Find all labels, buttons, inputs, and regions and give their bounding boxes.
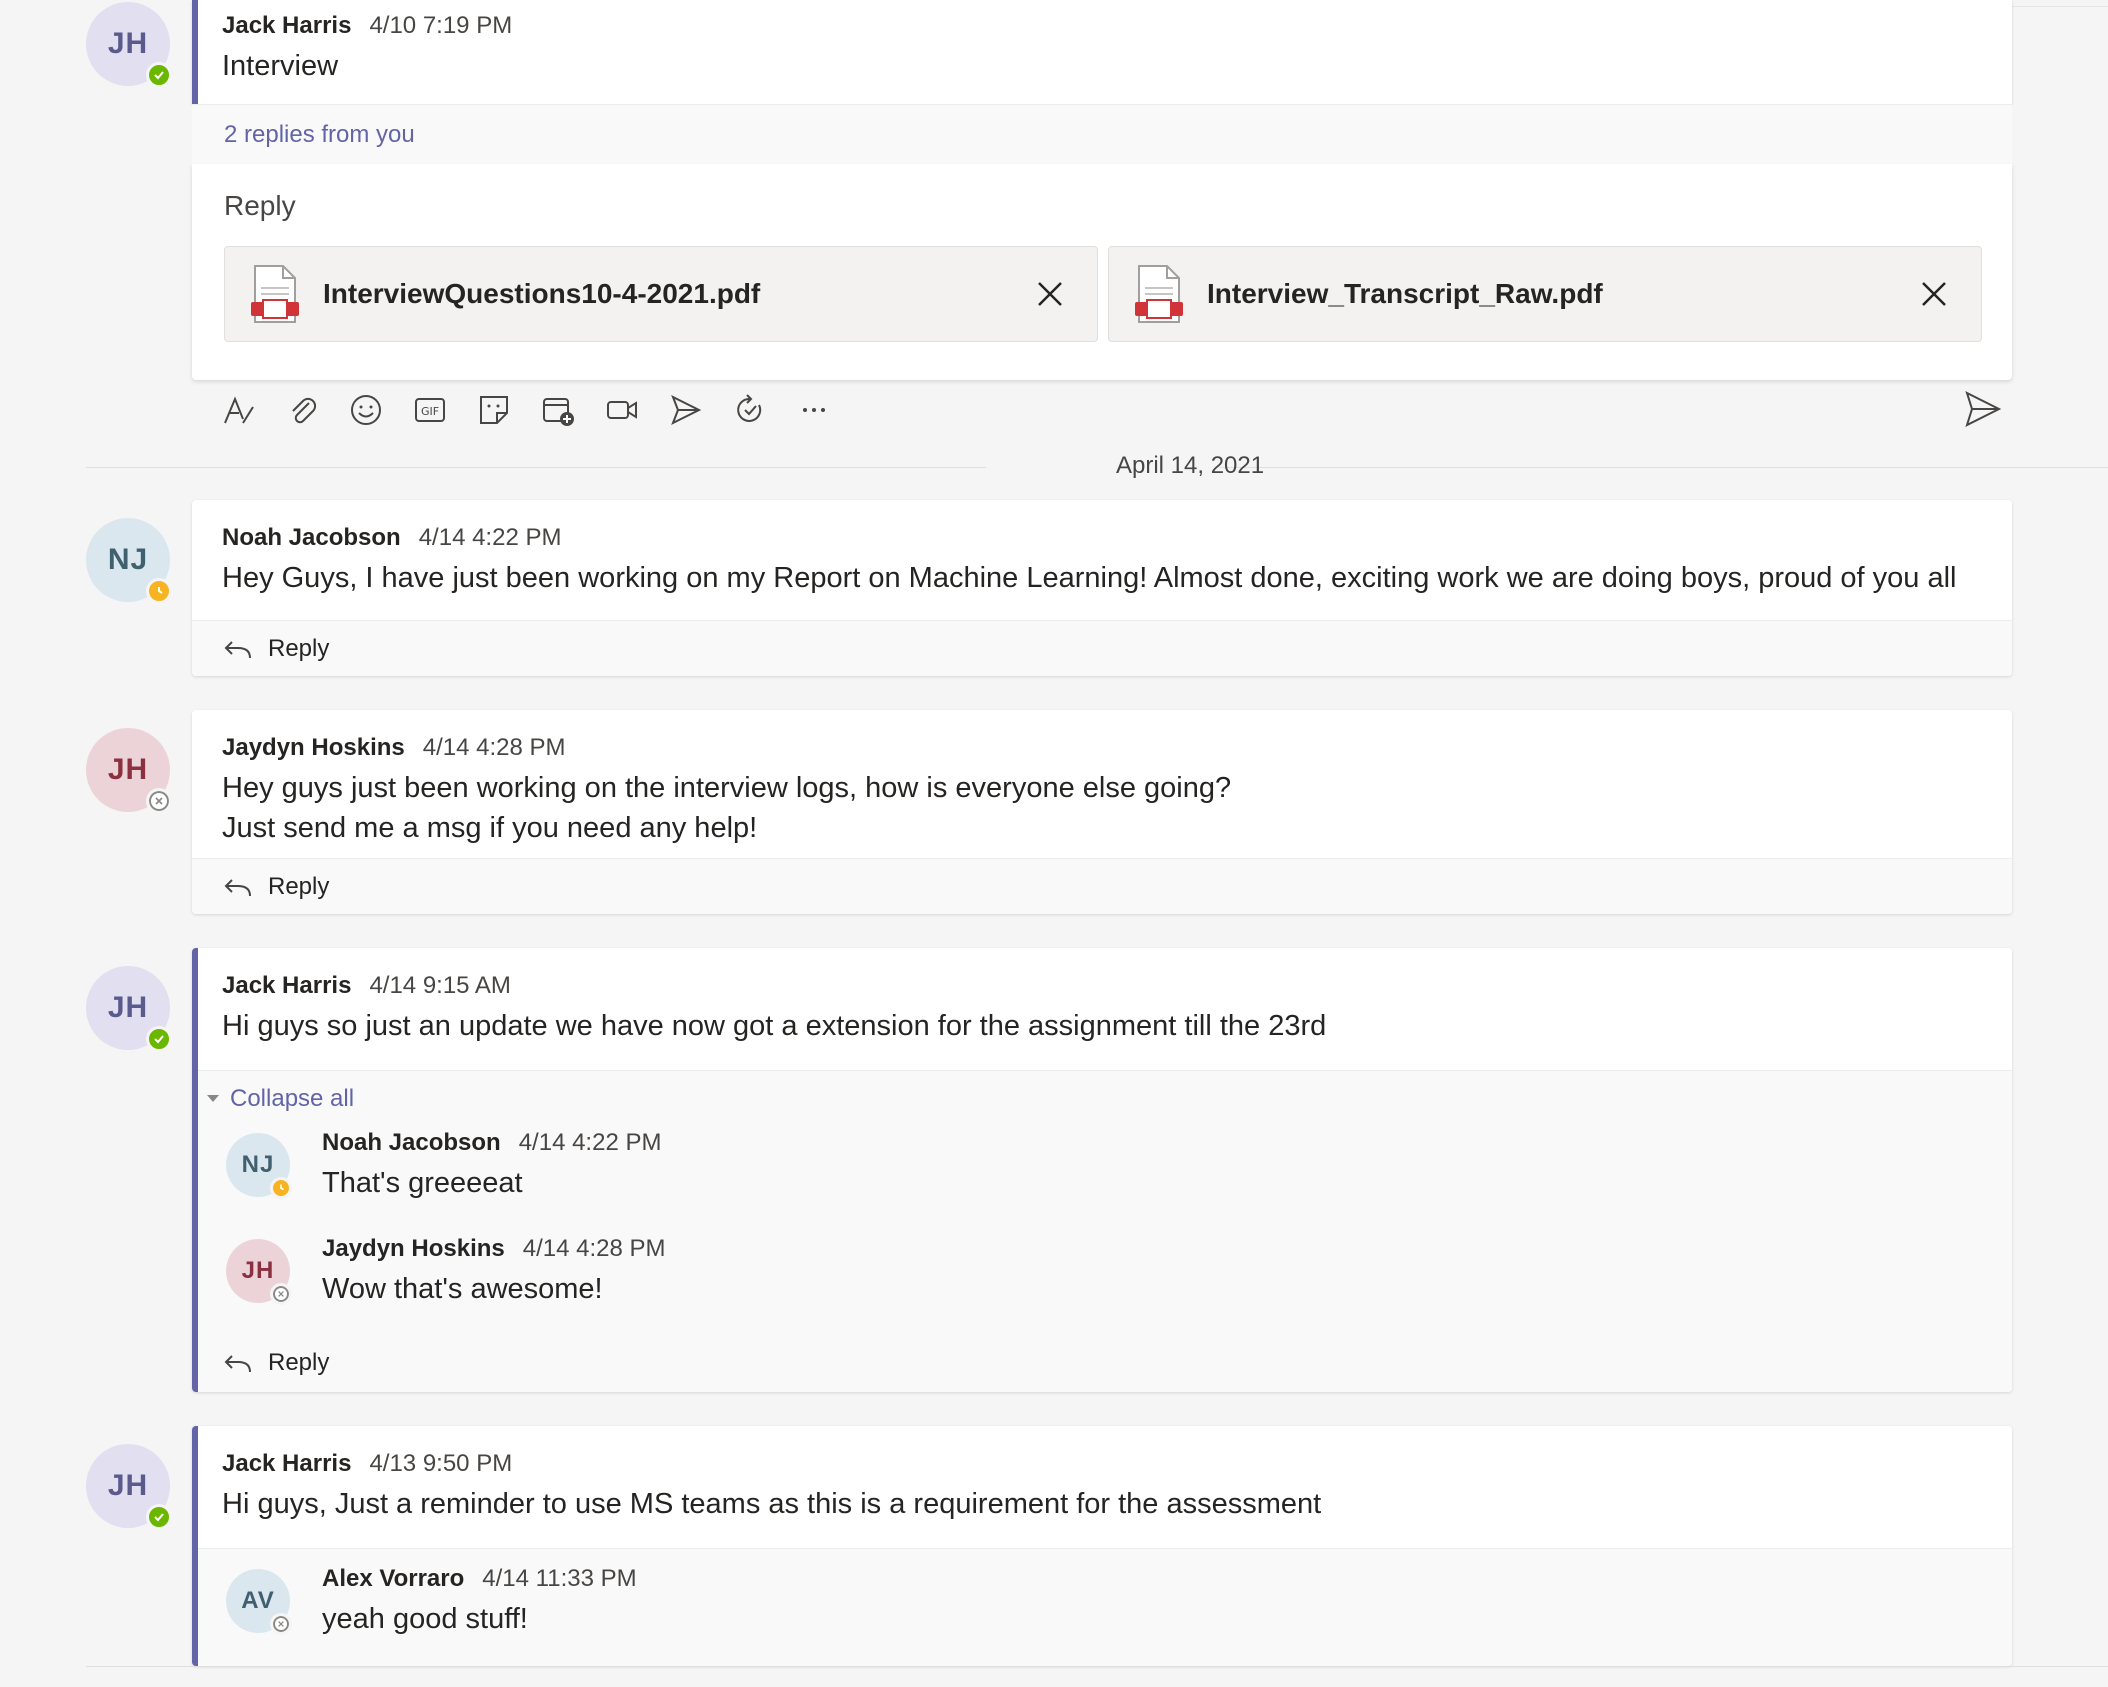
message-card: Jack Harris 4/10 7:19 PM Interview xyxy=(192,0,2012,104)
compose-toolbar: GIF xyxy=(220,392,832,428)
svg-text:GIF: GIF xyxy=(421,405,439,418)
avatar[interactable]: NJ xyxy=(226,1133,292,1199)
praise-icon[interactable] xyxy=(668,392,704,428)
message-author[interactable]: Jaydyn Hoskins xyxy=(222,734,405,762)
message-timestamp: 4/14 4:22 PM xyxy=(418,524,562,551)
collapse-all-button[interactable]: Collapse all xyxy=(198,1071,2012,1113)
reply-author[interactable]: Alex Vorraro xyxy=(322,1565,464,1593)
reply-arrow-icon xyxy=(224,878,251,896)
message-author[interactable]: Jack Harris xyxy=(222,12,351,40)
reply-timestamp: 4/14 11:33 PM xyxy=(482,1565,637,1592)
presence-away-icon xyxy=(146,578,172,604)
reply-arrow-icon xyxy=(224,640,251,658)
message-timestamp: 4/14 4:28 PM xyxy=(422,734,566,761)
message-card: Jack Harris 4/13 9:50 PM Hi guys, Just a… xyxy=(192,1426,2012,1666)
reply-button[interactable]: Reply xyxy=(222,1348,329,1378)
pdf-file-icon xyxy=(251,265,299,323)
attachment-chip[interactable]: InterviewQuestions10-4-2021.pdf xyxy=(224,246,1098,342)
bottom-divider xyxy=(86,1666,2108,1667)
format-icon[interactable] xyxy=(220,392,256,428)
reply-author[interactable]: Noah Jacobson xyxy=(322,1129,501,1157)
presence-available-icon xyxy=(146,1026,172,1052)
message-body-line: Hey guys just been working on the interv… xyxy=(222,772,1232,804)
avatar[interactable]: JH xyxy=(86,728,172,814)
replies-link[interactable]: 2 replies from you xyxy=(192,105,2012,149)
date-divider-label: April 14, 2021 xyxy=(1116,452,1265,479)
reply-footer: Reply xyxy=(192,620,2012,676)
message-body: Hi guys so just an update we have now go… xyxy=(222,1010,1327,1042)
avatar[interactable]: JH xyxy=(226,1239,292,1305)
emoji-icon[interactable] xyxy=(348,392,384,428)
reply-timestamp: 4/14 4:22 PM xyxy=(518,1129,662,1156)
reply-thread: AV Alex Vorraro 4/14 11:33 PM yeah good … xyxy=(198,1548,2012,1666)
message-card: Jaydyn Hoskins 4/14 4:28 PM Hey guys jus… xyxy=(192,710,2012,914)
attachment-filename: InterviewQuestions10-4-2021.pdf xyxy=(323,278,761,309)
presence-offline-icon xyxy=(270,1283,292,1305)
schedule-meeting-icon[interactable] xyxy=(540,392,576,428)
send-icon[interactable] xyxy=(1964,390,2002,428)
loop-icon[interactable] xyxy=(732,392,768,428)
remove-attachment-icon[interactable] xyxy=(1033,277,1067,311)
message-body-line: Just send me a msg if you need any help! xyxy=(222,812,758,844)
reply-compose-box[interactable]: Reply InterviewQuestions10-4-2021.pdf In… xyxy=(192,164,2012,380)
message-timestamp: 4/10 7:19 PM xyxy=(369,12,513,39)
presence-available-icon xyxy=(146,62,172,88)
reply-timestamp: 4/14 4:28 PM xyxy=(522,1235,666,1262)
attachment-chip[interactable]: Interview_Transcript_Raw.pdf xyxy=(1108,246,1982,342)
reply-footer: Reply xyxy=(192,858,2012,914)
message-body: Hey Guys, I have just been working on my… xyxy=(222,562,1957,594)
reply-body: yeah good stuff! xyxy=(322,1603,528,1635)
reply-item: JH Jaydyn Hoskins 4/14 4:28 PM Wow that'… xyxy=(198,1219,2012,1325)
message-card: Noah Jacobson 4/14 4:22 PM Hey Guys, I h… xyxy=(192,500,2012,676)
presence-available-icon xyxy=(146,1504,172,1530)
attach-icon[interactable] xyxy=(284,392,320,428)
pdf-file-icon xyxy=(1135,265,1183,323)
presence-offline-icon xyxy=(270,1613,292,1635)
avatar[interactable]: AV xyxy=(226,1569,292,1635)
reply-footer: Reply xyxy=(198,1325,2012,1401)
replies-summary: 2 replies from you xyxy=(192,104,2012,164)
more-options-icon[interactable] xyxy=(796,392,832,428)
reply-item: NJ Noah Jacobson 4/14 4:22 PM That's gre… xyxy=(198,1113,2012,1219)
meet-now-icon[interactable] xyxy=(604,392,640,428)
presence-offline-icon xyxy=(146,788,172,814)
reply-author[interactable]: Jaydyn Hoskins xyxy=(322,1235,505,1263)
date-divider: April 14, 2021 xyxy=(86,450,2108,486)
avatar[interactable]: NJ xyxy=(86,518,172,604)
attachment-filename: Interview_Transcript_Raw.pdf xyxy=(1207,278,1603,309)
message-body: Interview xyxy=(222,50,339,82)
message-author[interactable]: Jack Harris xyxy=(222,1450,351,1478)
reply-item: AV Alex Vorraro 4/14 11:33 PM yeah good … xyxy=(198,1549,2012,1655)
message-timestamp: 4/13 9:50 PM xyxy=(369,1450,513,1477)
message-card: Jack Harris 4/14 9:15 AM Hi guys so just… xyxy=(192,948,2012,1392)
avatar[interactable]: JH xyxy=(86,966,172,1052)
message-body: Hi guys, Just a reminder to use MS teams… xyxy=(222,1488,1322,1520)
reply-body: That's greeeeat xyxy=(322,1167,523,1199)
presence-away-icon xyxy=(270,1177,292,1199)
reply-arrow-icon xyxy=(224,1355,251,1373)
message-author[interactable]: Jack Harris xyxy=(222,972,351,1000)
reply-thread: Collapse all NJ Noah Jacobson 4/14 4:22 … xyxy=(198,1070,2012,1392)
avatar[interactable]: JH xyxy=(86,1444,172,1530)
reply-button[interactable]: Reply xyxy=(222,872,329,902)
remove-attachment-icon[interactable] xyxy=(1917,277,1951,311)
compose-label: Reply xyxy=(224,190,296,221)
avatar[interactable]: JH xyxy=(86,2,172,88)
reply-body: Wow that's awesome! xyxy=(322,1273,603,1305)
message-author[interactable]: Noah Jacobson xyxy=(222,524,401,552)
message-timestamp: 4/14 9:15 AM xyxy=(369,972,511,999)
reply-button[interactable]: Reply xyxy=(222,634,329,664)
caret-down-icon xyxy=(207,1095,219,1102)
sticker-icon[interactable] xyxy=(476,392,512,428)
gif-icon[interactable]: GIF xyxy=(412,392,448,428)
